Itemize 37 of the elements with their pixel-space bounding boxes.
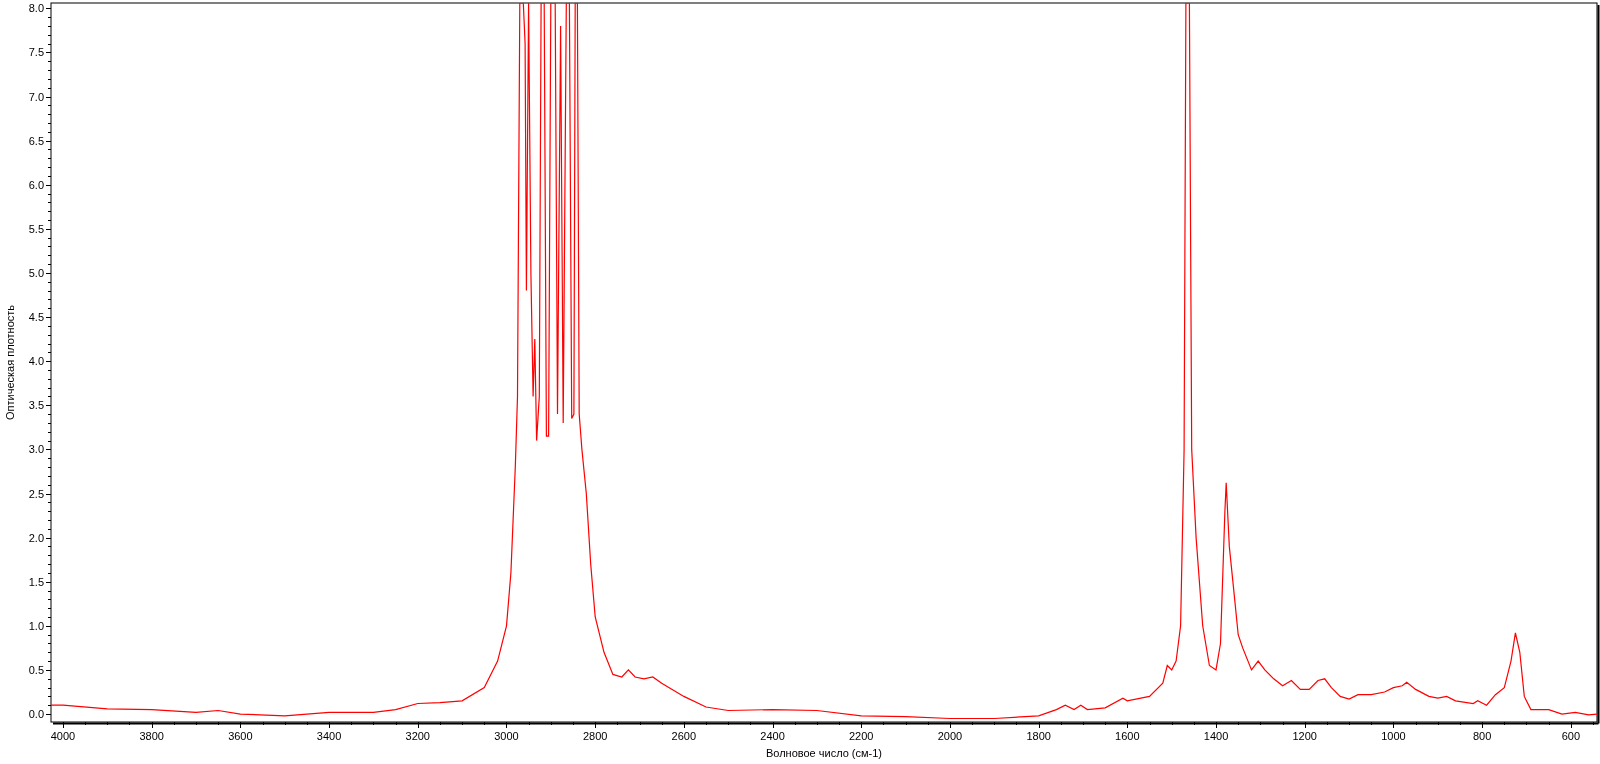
y-tick-label: 2.0	[28, 531, 44, 544]
x-tick-label: 1200	[1292, 730, 1317, 742]
y-tick-label: 2.5	[28, 487, 44, 500]
y-tick-label: 3.0	[28, 443, 44, 456]
y-tick-label: 0.0	[28, 708, 44, 721]
x-tick-label: 600	[1561, 730, 1580, 742]
y-tick-label: 5.0	[28, 266, 44, 279]
x-tick-label: 3000	[494, 730, 519, 742]
x-tick-label: 1600	[1115, 730, 1140, 742]
y-tick-label: 3.5	[28, 399, 44, 412]
x-tick-label: 2200	[849, 730, 874, 742]
y-tick-label: 7.5	[28, 46, 44, 59]
x-tick-label: 1800	[1026, 730, 1051, 742]
y-tick-label: 1.0	[28, 619, 44, 632]
x-tick-label: 2400	[760, 730, 785, 742]
x-tick-label: 800	[1472, 730, 1492, 742]
y-tick-label: 5.5	[28, 222, 44, 235]
y-tick-label: 7.0	[28, 90, 44, 103]
x-tick-label: 3800	[139, 730, 164, 742]
x-tick-label: 1000	[1381, 730, 1406, 742]
y-tick-label: 6.0	[28, 178, 44, 191]
y-tick-label: 4.5	[28, 311, 44, 324]
y-tick-label: 1.5	[28, 575, 44, 588]
x-tick-label: 2600	[671, 730, 697, 742]
x-tick-label: 1400	[1203, 730, 1229, 742]
x-tick-label: 2000	[937, 730, 963, 742]
y-tick-label: 4.0	[28, 355, 44, 368]
x-tick-label: 2800	[582, 730, 608, 742]
x-tick-label: 3200	[405, 730, 430, 742]
y-tick-label: 6.5	[28, 134, 44, 147]
y-tick-label: 0.5	[28, 663, 44, 676]
x-axis-title: Волновое число (см-1)	[765, 747, 883, 759]
x-tick-label: 3600	[228, 730, 253, 742]
y-axis-title: Оптическая плотность	[4, 304, 16, 421]
x-tick-label: 3400	[316, 730, 342, 742]
y-tick-label: 8.0	[28, 2, 44, 15]
x-tick-label: 4000	[50, 730, 76, 742]
